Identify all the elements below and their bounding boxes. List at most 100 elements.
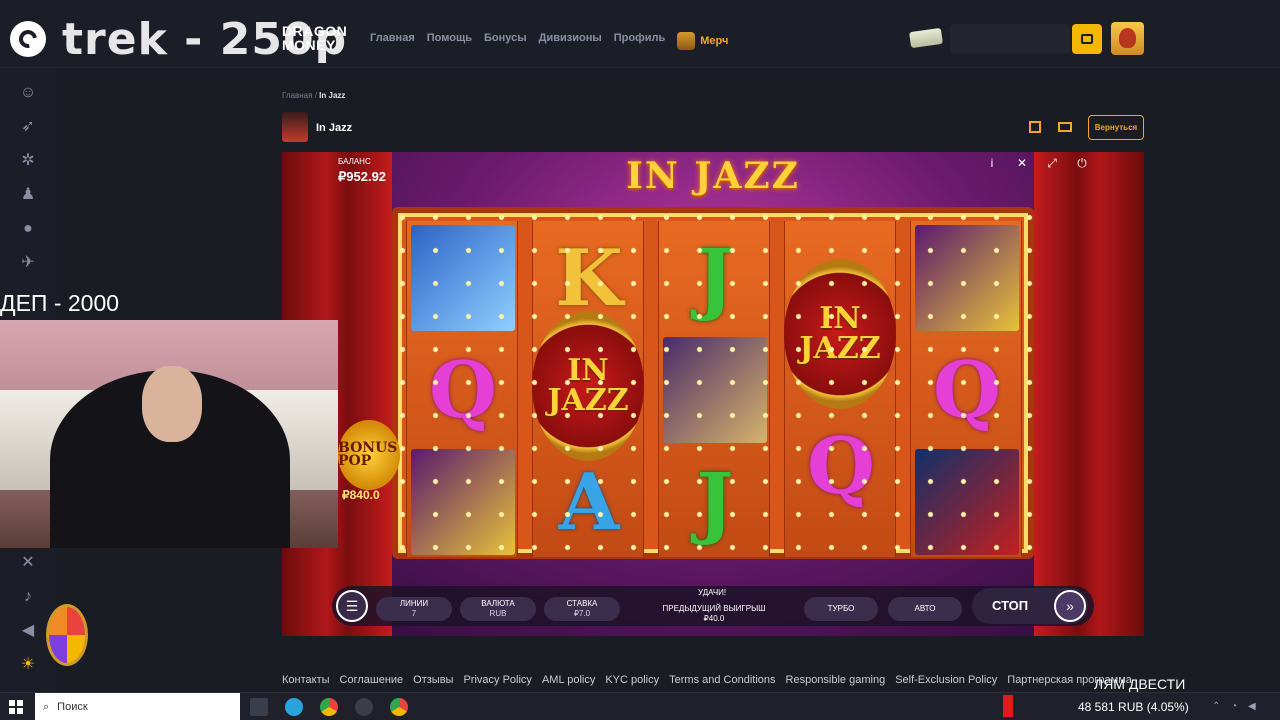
- volume-icon[interactable]: ◀: [19, 622, 37, 640]
- reel-1: Q: [406, 221, 518, 557]
- auto-toggle[interactable]: АВТО: [888, 597, 962, 621]
- dragon-icon[interactable]: ✲: [19, 152, 37, 170]
- footer-link-kyc[interactable]: KYC policy: [605, 674, 659, 686]
- footer-link-contacts[interactable]: Контакты: [282, 674, 330, 686]
- fast-forward-icon[interactable]: »: [1054, 590, 1086, 622]
- nav-merch[interactable]: Мерч: [677, 32, 728, 50]
- telegram-icon[interactable]: [285, 698, 303, 716]
- footer-link-agreement[interactable]: Соглашение: [340, 674, 404, 686]
- bet-selector[interactable]: СТАВКА ₽7.0: [544, 597, 620, 621]
- nav-profile[interactable]: Профиль: [614, 32, 665, 50]
- q-symbol: Q: [429, 344, 497, 436]
- balance-value: ₽952.92: [338, 169, 387, 184]
- saxophonist-symbol: [411, 225, 515, 331]
- bonus-pop-value: ₽840.0: [342, 488, 380, 502]
- windows-start-icon[interactable]: [9, 700, 23, 714]
- j-symbol: J: [696, 232, 734, 324]
- wild-symbol: IN JAZZ: [532, 311, 644, 461]
- stop-button[interactable]: СТОП »: [972, 588, 1088, 624]
- smile-icon[interactable]: ☺: [19, 84, 37, 102]
- wild-symbol-2: IN JAZZ: [784, 259, 896, 409]
- q-symbol-3: Q: [933, 344, 1001, 436]
- info-icon[interactable]: i: [984, 156, 1000, 170]
- currency-value: RUB: [489, 609, 507, 618]
- menu-button[interactable]: ☰: [336, 590, 368, 622]
- fullscreen-icon[interactable]: [1029, 121, 1041, 133]
- previous-win: ПРЕДЫДУЩИЙ ВЫИГРЫШ ₽40.0: [662, 604, 766, 624]
- brand-logo[interactable]: DRAGON MONEY: [282, 24, 352, 52]
- game-thumbnail: [282, 112, 308, 142]
- curtain-right: [1034, 152, 1144, 636]
- nav-help[interactable]: Помощь: [427, 32, 472, 50]
- q-symbol-2: Q: [807, 420, 875, 512]
- game-frame[interactable]: IN JAZZ БАЛАНС ₽952.92 i ✕ ⤢ ⏻ Q K A J J…: [282, 152, 1144, 636]
- breadcrumb: Главная / In Jazz: [282, 91, 345, 100]
- breadcrumb-home[interactable]: Главная: [282, 91, 312, 100]
- footer-link-privacy[interactable]: Privacy Policy: [463, 674, 531, 686]
- footer-link-self-exclusion[interactable]: Self-Exclusion Policy: [895, 674, 997, 686]
- reel-5: Q: [910, 221, 1022, 557]
- lines-selector[interactable]: ЛИНИИ 7: [376, 597, 452, 621]
- balance-field[interactable]: [950, 24, 1070, 54]
- footer-links: Контакты Соглашение Отзывы Privacy Polic…: [282, 674, 1132, 686]
- sun-icon[interactable]: ☀: [19, 656, 37, 674]
- launch-icon[interactable]: ✈: [19, 254, 37, 272]
- a-symbol: A: [558, 456, 620, 548]
- reels-frame: Q K A J J Q Q IN JAZZ IN JAZZ: [392, 207, 1034, 559]
- taskbar-search[interactable]: ⌕ Поиск: [35, 693, 240, 720]
- j-symbol-2: J: [696, 456, 734, 548]
- bomb-icon[interactable]: ●: [19, 220, 37, 238]
- gramophone-symbol: [411, 449, 515, 555]
- fortune-wheel-icon[interactable]: [46, 604, 88, 666]
- indicator-bar: [1003, 695, 1013, 717]
- control-bar: ☰ ЛИНИИ 7 ВАЛЮТА RUB СТАВКА ₽7.0 УДАЧИ! …: [332, 586, 1094, 626]
- currency-selector[interactable]: ВАЛЮТА RUB: [460, 597, 536, 621]
- wallet-icon: [1081, 34, 1093, 44]
- search-icon: ⌕: [43, 700, 50, 713]
- system-tray-icon[interactable]: ⌃ ◔ ◀: [1212, 701, 1260, 712]
- nav-divisions[interactable]: Дивизионы: [539, 32, 602, 50]
- screen: trek - 250р DRAGON MONEY Главная Помощь …: [0, 0, 1280, 720]
- x-icon[interactable]: ✕: [19, 554, 37, 572]
- footer-link-terms[interactable]: Terms and Conditions: [669, 674, 775, 686]
- singer-symbol: [663, 337, 767, 443]
- streamer-logo-icon: [10, 21, 46, 57]
- ticker-text: 48 581 RUB (4.05%): [1078, 700, 1189, 714]
- luck-text: УДАЧИ!: [698, 588, 727, 597]
- main-nav: Главная Помощь Бонусы Дивизионы Профиль …: [370, 32, 728, 50]
- power-icon[interactable]: ⏻: [1074, 156, 1090, 171]
- bell-icon[interactable]: ♪: [19, 588, 37, 606]
- turbo-toggle[interactable]: ТУРБО: [804, 597, 878, 621]
- theater-mode-icon[interactable]: [1058, 122, 1072, 132]
- footer-link-reviews[interactable]: Отзывы: [413, 674, 453, 686]
- cash-icon: [909, 27, 943, 49]
- hoodie-icon: [677, 32, 696, 50]
- sheet-music-symbol: [915, 225, 1019, 331]
- expand-icon[interactable]: ⤢: [1044, 156, 1060, 171]
- obs-icon[interactable]: [355, 698, 373, 716]
- reel-3: J J: [658, 221, 770, 557]
- top-header: trek - 250р DRAGON MONEY Главная Помощь …: [0, 0, 1280, 68]
- chrome-icon[interactable]: [320, 698, 338, 716]
- nav-merch-label: Мерч: [700, 35, 729, 47]
- lines-value: 7: [411, 609, 417, 618]
- task-view-icon[interactable]: [250, 698, 268, 716]
- wallet-button[interactable]: [1072, 24, 1102, 54]
- webcam-feed: [0, 320, 338, 548]
- rocket-icon[interactable]: ➶: [19, 118, 37, 136]
- user-icon[interactable]: ♟: [19, 186, 37, 204]
- violin-symbol: [915, 449, 1019, 555]
- nav-bonuses[interactable]: Бонусы: [484, 32, 527, 50]
- back-button[interactable]: Вернуться: [1088, 115, 1144, 140]
- breadcrumb-separator: /: [314, 91, 317, 100]
- nav-home[interactable]: Главная: [370, 32, 415, 50]
- chrome-icon-2[interactable]: [390, 698, 408, 716]
- mute-icon[interactable]: ✕: [1014, 156, 1030, 170]
- overlay-caption: ЛЯМ ДВЕСТИ: [1094, 676, 1186, 692]
- prev-win-label: ПРЕДЫДУЩИЙ ВЫИГРЫШ: [662, 604, 766, 613]
- footer-link-responsible[interactable]: Responsible gaming: [786, 674, 886, 686]
- breadcrumb-current: In Jazz: [319, 91, 346, 100]
- user-avatar[interactable]: [1111, 22, 1144, 55]
- footer-link-aml[interactable]: AML policy: [542, 674, 595, 686]
- bonus-pop-badge: BONUS POP: [338, 420, 400, 490]
